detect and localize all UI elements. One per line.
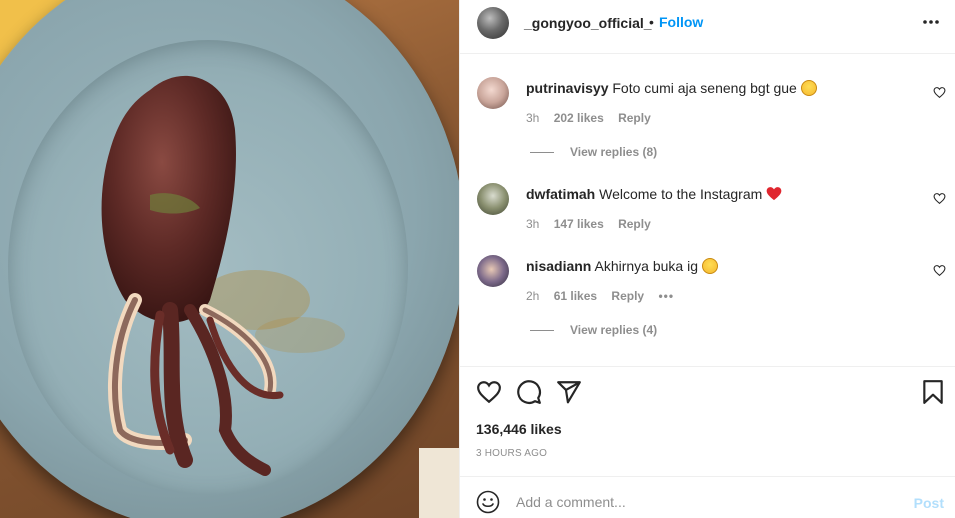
comment-likes[interactable]: 147 likes — [554, 217, 604, 231]
grinning-squinting-emoji-icon — [701, 258, 718, 274]
post-panel: _gongyoo_official_ • Follow putrinavisyy… — [459, 0, 955, 518]
commenter-avatar[interactable] — [477, 183, 509, 215]
follow-button[interactable]: Follow — [659, 14, 703, 30]
comment-likes[interactable]: 61 likes — [554, 289, 597, 303]
comment-text: Welcome to the Instagram — [599, 186, 763, 202]
comment-text: Foto cumi aja seneng bgt gue — [612, 80, 797, 96]
share-paper-plane-icon[interactable] — [556, 379, 582, 405]
comment-line: dwfatimah Welcome to the Instagram — [526, 186, 782, 202]
post-header: _gongyoo_official_ • Follow — [460, 0, 955, 54]
separator-dot: • — [649, 14, 654, 30]
comment-time[interactable]: 3h — [526, 111, 539, 125]
commenter-username[interactable]: putrinavisyy — [526, 80, 608, 96]
comment-text: Akhirnya buka ig — [594, 258, 698, 274]
comment-meta: 3h 202 likes Reply — [526, 111, 662, 125]
comment-like-heart-icon[interactable] — [933, 192, 946, 205]
comment-meta: 3h 147 likes Reply — [526, 217, 662, 231]
red-heart-emoji-icon — [766, 187, 782, 201]
comment-time[interactable]: 3h — [526, 217, 539, 231]
save-bookmark-icon[interactable] — [920, 379, 946, 405]
comment-time[interactable]: 2h — [526, 289, 539, 303]
commenter-avatar[interactable] — [477, 77, 509, 109]
comment-like-heart-icon[interactable] — [933, 264, 946, 277]
view-replies-label: View replies (8) — [570, 145, 658, 159]
post-timestamp[interactable]: 3 HOURS AGO — [476, 448, 547, 459]
replies-divider — [530, 330, 554, 332]
view-replies-label: View replies (4) — [570, 323, 658, 337]
post-comment-button[interactable]: Post — [914, 495, 944, 511]
reply-button[interactable]: Reply — [618, 217, 651, 231]
replies-divider — [530, 152, 554, 154]
author-username[interactable]: _gongyoo_official_ — [524, 15, 652, 31]
commenter-username[interactable]: nisadiann — [526, 258, 591, 274]
post-actions: 136,446 likes 3 HOURS AGO — [460, 366, 955, 476]
comment-more-options-icon[interactable]: ••• — [658, 289, 674, 303]
commenter-username[interactable]: dwfatimah — [526, 186, 595, 202]
commenter-avatar[interactable] — [477, 255, 509, 287]
comment-input[interactable] — [516, 487, 896, 517]
reply-button[interactable]: Reply — [618, 111, 651, 125]
view-replies-button[interactable]: View replies (4) — [530, 323, 657, 337]
like-heart-icon[interactable] — [476, 379, 502, 405]
comment-likes[interactable]: 202 likes — [554, 111, 604, 125]
squid-image — [101, 75, 345, 476]
post-likes-count[interactable]: 136,446 likes — [476, 421, 562, 437]
comment-meta: 2h 61 likes Reply ••• — [526, 289, 685, 303]
comment-line: nisadiann Akhirnya buka ig — [526, 258, 718, 274]
add-comment-bar: Post — [460, 476, 955, 518]
comment-like-heart-icon[interactable] — [933, 86, 946, 99]
author-avatar[interactable] — [477, 7, 509, 39]
laughing-emoji-icon — [800, 80, 817, 96]
emoji-smiley-icon[interactable] — [476, 490, 500, 514]
reply-button[interactable]: Reply — [611, 289, 644, 303]
post-photo[interactable] — [0, 0, 459, 518]
view-replies-button[interactable]: View replies (8) — [530, 145, 657, 159]
more-options-icon[interactable] — [922, 13, 940, 31]
comment-bubble-icon[interactable] — [516, 379, 542, 405]
comment-line: putrinavisyy Foto cumi aja seneng bgt gu… — [526, 80, 817, 96]
